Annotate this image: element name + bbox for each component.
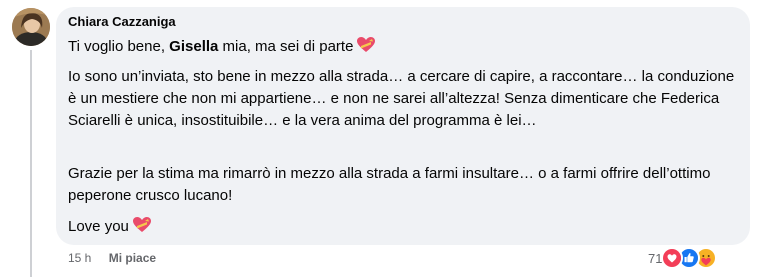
paragraph-1-text-end: mia, ma sei di parte [218,38,354,55]
heart-with-ribbon-icon [132,217,151,233]
comment-paragraph-4: Love you [68,216,740,238]
comment-timestamp[interactable]: 15 h [68,251,91,265]
mentioned-name: Gisella [169,38,219,55]
reaction-count: 71 [648,250,663,266]
paragraph-1-text: Ti voglio bene, [68,38,170,55]
love-reaction-icon [661,247,684,269]
comment-paragraph-3: Grazie per la stima ma rimarrò in mezzo … [68,165,711,204]
thread-line [30,50,32,277]
paragraph-4-text: Love you [68,218,129,235]
reactions-summary[interactable]: 71 [648,247,718,269]
comment-paragraph-1: Ti voglio bene, Gisella mia, ma sei di p… [68,36,740,58]
heart-with-ribbon-icon [357,37,376,53]
like-button[interactable]: Mi piace [109,251,156,265]
comment-paragraph-2: Io sono un’inviata, sto bene in mezzo al… [68,68,735,129]
comment-footer: 15 h Mi piace [68,251,156,265]
comment-author[interactable]: Chiara Cazzaniga [68,14,176,29]
avatar[interactable] [12,8,50,46]
